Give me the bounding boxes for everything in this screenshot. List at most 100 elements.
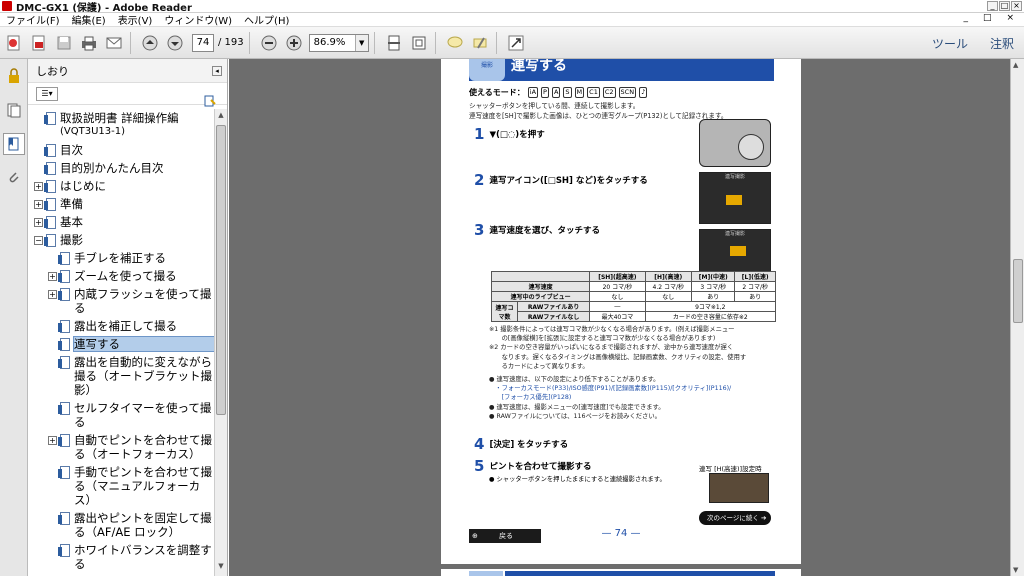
lock-icon bbox=[9, 68, 19, 83]
expand-toggle-icon[interactable]: + bbox=[48, 290, 57, 299]
bookmark-item[interactable]: + 自動でピントを合わせて撮る（オートフォーカス） bbox=[28, 431, 214, 463]
expand-toggle-icon[interactable]: + bbox=[34, 218, 43, 227]
email-button[interactable] bbox=[103, 32, 125, 54]
step-text: [決定] をタッチする bbox=[489, 440, 569, 450]
menu-help[interactable]: ヘルプ(H) bbox=[238, 12, 295, 27]
bookmark-item[interactable]: + ズームを使って撮る bbox=[28, 267, 214, 285]
pages-button[interactable] bbox=[3, 99, 25, 121]
bookmark-item[interactable]: 露出を補正して撮る bbox=[28, 317, 214, 335]
expand-toggle-icon[interactable]: + bbox=[48, 436, 57, 445]
bookmark-item[interactable]: 目的別かんたん目次 bbox=[28, 159, 214, 177]
zoom-out-button[interactable] bbox=[258, 32, 280, 54]
expand-toggle-icon[interactable]: + bbox=[34, 182, 43, 191]
doc-close-button[interactable]: × bbox=[1000, 13, 1020, 23]
bookmarks-scroll-thumb[interactable] bbox=[216, 125, 226, 415]
next-page-button[interactable]: 次のページに続く ➔ bbox=[699, 511, 771, 525]
chevron-down-icon[interactable]: ▼ bbox=[354, 34, 368, 51]
print-button[interactable] bbox=[78, 32, 100, 54]
bookmark-label-text: ズームを使って撮る bbox=[74, 269, 177, 283]
scroll-down-arrow[interactable]: ▼ bbox=[1013, 566, 1018, 574]
menu-view[interactable]: 表示(V) bbox=[112, 12, 159, 27]
fit-width-icon bbox=[412, 36, 426, 49]
toolbar: 74 / 193 86.9% ▼ ツール 注釈 bbox=[0, 27, 1024, 59]
fit-page-button[interactable] bbox=[383, 32, 405, 54]
bookmark-item[interactable]: セルフタイマーを使って撮る bbox=[28, 399, 214, 431]
bookmark-item[interactable]: + 準備 bbox=[28, 195, 214, 213]
bookmark-sublabel: (VQT3U13-1) bbox=[60, 126, 125, 137]
expand-toggle-icon[interactable]: − bbox=[34, 236, 43, 245]
mode-m: M bbox=[574, 87, 585, 98]
expand-button[interactable] bbox=[505, 32, 527, 54]
step-number: 5 bbox=[474, 457, 485, 475]
table-header-cell: [SH](超高速) bbox=[589, 271, 646, 282]
security-button[interactable] bbox=[3, 65, 25, 87]
zoom-select[interactable]: 86.9% ▼ bbox=[308, 33, 369, 52]
scroll-up-arrow[interactable]: ▲ bbox=[216, 111, 226, 123]
mode-s: S bbox=[563, 87, 572, 98]
next-page-button[interactable] bbox=[164, 32, 186, 54]
step-number: 4 bbox=[474, 435, 485, 453]
page-thumbnails-icon bbox=[7, 103, 21, 118]
create-pdf-button[interactable] bbox=[3, 32, 25, 54]
document-scrollbar[interactable]: ▲ ▼ bbox=[1010, 59, 1024, 576]
step5-note: ● シャッターボタンを押したままにすると連続撮影されます。 bbox=[489, 476, 666, 483]
table-cell: 2 コマ/秒 bbox=[734, 281, 776, 292]
table-cell: カードの空き容量に依存※2 bbox=[644, 311, 777, 322]
doc-restore-button[interactable]: □ bbox=[977, 13, 998, 23]
bookmark-item[interactable]: 目次 bbox=[28, 141, 214, 159]
screen-label: 連写撮影 bbox=[724, 231, 745, 237]
edit-pdf-button[interactable] bbox=[28, 32, 50, 54]
tools-pane-button[interactable]: ツール bbox=[932, 35, 968, 52]
document-viewer[interactable]: 撮影 連写する 使えるモード： iA P A S M C1 C2 SCN ♪ シ… bbox=[229, 59, 1010, 576]
menu-file[interactable]: ファイル(F) bbox=[0, 12, 66, 27]
menu-window[interactable]: ウィンドウ(W) bbox=[158, 12, 238, 27]
bookmark-label: 自動でピントを合わせて撮る（オートフォーカス） bbox=[74, 433, 214, 461]
table-row-label: 連写コマ数 bbox=[491, 301, 518, 322]
expand-toggle-icon[interactable]: + bbox=[34, 200, 43, 209]
bookmark-item[interactable]: 手ブレを補正する bbox=[28, 249, 214, 267]
maximize-button[interactable]: □ bbox=[999, 1, 1010, 11]
bookmark-page-icon bbox=[44, 198, 56, 211]
minimize-button[interactable]: _ bbox=[987, 1, 998, 11]
bookmark-label: 目次 bbox=[60, 143, 214, 157]
comment-button[interactable] bbox=[444, 32, 466, 54]
bookmarks-scrollbar[interactable]: ▲ ▼ bbox=[214, 109, 227, 576]
previous-page-button[interactable] bbox=[139, 32, 161, 54]
highlight-button[interactable] bbox=[469, 32, 491, 54]
bookmark-item[interactable]: 連写する bbox=[28, 335, 214, 353]
document-scroll-thumb[interactable] bbox=[1013, 259, 1023, 323]
scroll-up-arrow[interactable]: ▲ bbox=[1013, 61, 1018, 69]
comment-pane-button[interactable]: 注釈 bbox=[990, 35, 1014, 52]
table-cell: 最大40コマ bbox=[589, 311, 646, 322]
bookmark-label: ズームを使って撮る bbox=[74, 269, 214, 283]
zoom-in-button[interactable] bbox=[283, 32, 305, 54]
bookmark-item[interactable]: 取扱説明書 詳細操作編 (VQT3U13-1) bbox=[28, 109, 214, 141]
fit-width-button[interactable] bbox=[408, 32, 430, 54]
bookmark-item[interactable]: 手動でピントを合わせて撮る（マニュアルフォーカス） bbox=[28, 463, 214, 509]
scroll-down-arrow[interactable]: ▼ bbox=[216, 562, 226, 574]
page-number-input[interactable]: 74 bbox=[192, 33, 214, 52]
burst-spec-table: [SH](超高速) [H](高速) [M](中速) [L](低速) 連写速度 2… bbox=[490, 271, 777, 322]
save-button[interactable] bbox=[53, 32, 75, 54]
attachments-button[interactable] bbox=[3, 167, 25, 189]
menu-edit[interactable]: 編集(E) bbox=[66, 12, 112, 27]
bookmark-item[interactable]: ホワイトバランスを調整する bbox=[28, 541, 214, 573]
options-menu-button[interactable]: ☰▾ bbox=[36, 86, 58, 101]
collapse-panel-button[interactable]: ◂ bbox=[212, 66, 222, 76]
bookmark-item[interactable]: 露出やピントを固定して撮る（AF/AE ロック） bbox=[28, 509, 214, 541]
expand-toggle-icon[interactable]: + bbox=[48, 272, 57, 281]
bookmark-item[interactable]: 露出を自動的に変えながら撮る（オートブラケット撮影） bbox=[28, 353, 214, 399]
table-row-label: RAWファイルなし bbox=[516, 311, 591, 322]
bookmark-item[interactable]: + 基本 bbox=[28, 213, 214, 231]
save-icon bbox=[57, 36, 71, 49]
burst-photo-illustration bbox=[709, 473, 769, 503]
expand-arrows-icon bbox=[508, 35, 524, 50]
document-window-controls: _ □ × bbox=[957, 13, 1020, 23]
bookmark-item[interactable]: − 撮影 bbox=[28, 231, 214, 249]
menu-bar: ファイル(F) 編集(E) 表示(V) ウィンドウ(W) ヘルプ(H) _ □ … bbox=[0, 13, 1024, 27]
bookmarks-button[interactable] bbox=[3, 133, 25, 155]
doc-minimize-button[interactable]: _ bbox=[957, 13, 974, 23]
close-button[interactable]: × bbox=[1011, 1, 1022, 11]
bookmark-item[interactable]: + はじめに bbox=[28, 177, 214, 195]
bookmark-item[interactable]: + 内蔵フラッシュを使って撮る bbox=[28, 285, 214, 317]
